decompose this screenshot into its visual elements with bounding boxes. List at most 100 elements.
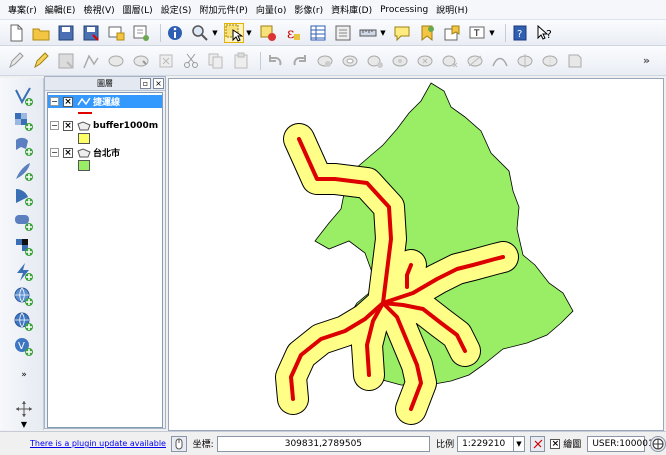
delete-part-button[interactable] [440, 51, 460, 71]
close-panel-icon[interactable]: × [153, 78, 164, 89]
help-contents-button[interactable]: ? [510, 23, 530, 43]
measure-button[interactable] [358, 23, 378, 43]
add-ring-button[interactable] [340, 51, 360, 71]
current-edits-button[interactable] [6, 51, 26, 71]
layer-item-mrt-line[interactable]: − × 捷運線 [48, 95, 162, 108]
add-part-button[interactable] [365, 51, 385, 71]
reshape-features-button[interactable] [465, 51, 485, 71]
add-raster-layer-button[interactable] [13, 111, 35, 133]
toggle-editing-button[interactable] [31, 51, 51, 71]
messages-button[interactable] [650, 435, 666, 452]
text-annotation-button[interactable]: T [467, 23, 487, 43]
move-feature-button[interactable] [106, 51, 126, 71]
select-features-button[interactable] [224, 22, 244, 43]
layer-name: 捷運線 [93, 98, 121, 108]
menu-plugins[interactable]: 附加元件(P) [195, 3, 251, 16]
merge-features-button[interactable] [540, 51, 560, 71]
add-wms-layer-button[interactable] [13, 261, 35, 283]
render-checkbox[interactable]: × [550, 438, 561, 449]
toolbar-overflow-icon[interactable]: » [643, 54, 650, 67]
collapse-toggle-icon[interactable]: − [50, 121, 59, 130]
node-tool-button[interactable] [131, 51, 151, 71]
map-tips-button[interactable] [392, 23, 412, 43]
zoom-dropdown-arrow[interactable]: ▼ [211, 23, 219, 43]
layer-item-taipei-city[interactable]: − × 台北市 [48, 146, 162, 159]
identify-button[interactable] [165, 23, 185, 43]
layer-visibility-checkbox[interactable]: × [63, 120, 73, 131]
pan-map-button[interactable] [13, 398, 35, 420]
toggle-extents-button[interactable] [170, 435, 187, 452]
coordinate-field[interactable]: 309831,2789505 [216, 435, 431, 452]
redo-button[interactable] [290, 51, 310, 71]
menu-processing[interactable]: Processing [376, 5, 432, 15]
delete-ring-button[interactable] [415, 51, 435, 71]
add-vector-layer-button[interactable] [13, 86, 35, 108]
measure-dropdown-arrow[interactable]: ▼ [379, 23, 387, 43]
add-spatialite-layer-button[interactable] [13, 161, 35, 183]
select-dropdown-arrow[interactable]: ▼ [245, 23, 253, 43]
virtual-layer-icon [16, 239, 33, 256]
paste-features-button[interactable] [231, 51, 251, 71]
delete-selected-button[interactable] [156, 51, 176, 71]
toolbar-expand-icon[interactable]: » [13, 370, 35, 384]
menu-database[interactable]: 資料庫(D) [327, 3, 376, 16]
rotate-label-button[interactable] [565, 51, 585, 71]
split-features-button[interactable] [515, 51, 535, 71]
fill-ring-button[interactable] [390, 51, 410, 71]
map-canvas[interactable] [168, 78, 664, 431]
toolbar-more-arrow-icon[interactable]: ▼ [13, 420, 35, 430]
add-postgis-layer-button[interactable] [13, 136, 35, 158]
new-project-button[interactable] [6, 23, 26, 43]
menu-view[interactable]: 檢視(V) [79, 3, 118, 16]
menu-settings[interactable]: 設定(S) [157, 3, 196, 16]
layer-visibility-checkbox[interactable]: × [63, 147, 73, 158]
add-wfs-layer-button[interactable] [13, 311, 35, 333]
scale-dropdown-arrow[interactable]: ▼ [513, 435, 525, 452]
new-print-composer-button[interactable] [106, 23, 126, 43]
rotation-button[interactable] [529, 435, 546, 452]
composer-manager-button[interactable] [131, 23, 151, 43]
menu-vector[interactable]: 向量(o) [252, 3, 291, 16]
show-bookmarks-button[interactable] [442, 23, 462, 43]
simplify-feature-button[interactable] [315, 51, 335, 71]
save-project-button[interactable] [56, 23, 76, 43]
add-virtual-layer-button[interactable] [13, 236, 35, 258]
layer-visibility-checkbox[interactable]: × [63, 96, 73, 107]
copy-features-button[interactable] [206, 51, 226, 71]
layer-item-buffer[interactable]: − × buffer1000m [48, 119, 162, 132]
menu-help[interactable]: 說明(H) [432, 3, 472, 16]
new-bookmark-button[interactable] [417, 23, 437, 43]
deselect-button[interactable] [258, 23, 278, 43]
layers-panel: 圖層 ▫ × − × 捷運線 − × buffer1000m − × 台北市 [44, 76, 166, 429]
save-edits-button[interactable] [56, 51, 76, 71]
add-feature-button[interactable] [81, 51, 101, 71]
plugin-update-link[interactable]: There is a plugin update available [30, 439, 166, 448]
add-delimited-text-layer-button[interactable]: V [13, 336, 35, 358]
collapse-toggle-icon[interactable]: − [50, 148, 59, 157]
save-as-button[interactable] [81, 23, 101, 43]
annotation-dropdown-arrow[interactable]: ▼ [488, 23, 496, 43]
field-calculator-button[interactable]: ε [283, 23, 303, 43]
rotate-label-icon [568, 54, 582, 67]
menu-raster[interactable]: 影像(r) [290, 3, 327, 16]
whats-this-button[interactable]: ? [535, 23, 555, 43]
table-icon [310, 25, 326, 40]
add-oracle-layer-button[interactable] [13, 211, 35, 233]
menu-layer[interactable]: 圖層(L) [119, 3, 157, 16]
crs-button[interactable]: USER:100001 [587, 435, 654, 452]
open-project-button[interactable] [31, 23, 51, 43]
cut-features-button[interactable] [181, 51, 201, 71]
add-mssql-layer-button[interactable] [13, 186, 35, 208]
scale-combobox[interactable]: 1:229210 [457, 435, 514, 452]
menu-project[interactable]: 專案(r) [4, 3, 41, 16]
zoom-button[interactable] [190, 23, 210, 43]
attribute-table-button[interactable] [308, 23, 328, 43]
float-panel-icon[interactable]: ▫ [140, 78, 151, 89]
add-wcs-layer-button[interactable] [13, 286, 35, 308]
render-label: 繪圖 [563, 440, 582, 450]
undo-button[interactable] [265, 51, 285, 71]
offset-curve-button[interactable] [490, 51, 510, 71]
menu-edit[interactable]: 編輯(E) [41, 3, 80, 16]
collapse-toggle-icon[interactable]: − [50, 97, 59, 106]
statistics-button[interactable] [333, 23, 353, 43]
